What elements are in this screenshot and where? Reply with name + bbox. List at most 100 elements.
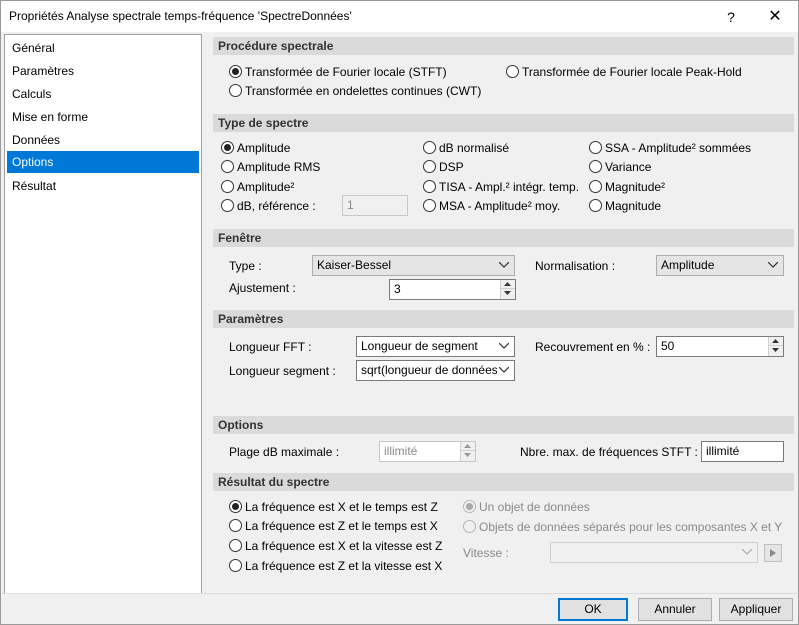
- radio-cwt[interactable]: Transformée en ondelettes continues (CWT…: [229, 83, 481, 99]
- radio-circle: [229, 559, 242, 572]
- fft-length-label: Longueur FFT :: [229, 340, 312, 354]
- max-frequencies-label: Nbre. max. de fréquences STFT :: [520, 445, 698, 459]
- radio-circle: [229, 519, 242, 532]
- sidebar-item-calculations[interactable]: Calculs: [7, 83, 199, 105]
- footer-divider: [1, 593, 798, 594]
- radio-magnitude[interactable]: Magnitude: [589, 198, 661, 214]
- speed-select[interactable]: [550, 542, 758, 563]
- db-reference-input[interactable]: 1: [342, 195, 408, 216]
- apply-button[interactable]: Appliquer: [719, 598, 793, 621]
- section-options: Options: [213, 416, 794, 434]
- sidebar-item-result[interactable]: Résultat: [7, 175, 199, 197]
- radio-label: MSA - Amplitude² moy.: [439, 199, 561, 213]
- radio-label: Objets de données séparés pour les compo…: [479, 520, 783, 534]
- radio-db-reference[interactable]: dB, référence :: [221, 198, 316, 214]
- radio-label: Amplitude: [237, 141, 291, 155]
- radio-label: La fréquence est Z et la vitesse est X: [245, 559, 443, 573]
- spin-value: illimité: [384, 444, 418, 458]
- radio-label: Magnitude: [605, 199, 662, 213]
- close-button[interactable]: ✕: [763, 7, 787, 27]
- sidebar-item-data[interactable]: Données: [7, 129, 199, 151]
- properties-dialog: Propriétés Analyse spectrale temps-fréqu…: [0, 0, 799, 625]
- segment-length-label: Longueur segment :: [229, 364, 336, 378]
- normalisation-label: Normalisation :: [535, 259, 616, 273]
- radio-label: TISA - Ampl.² intégr. temp.: [439, 180, 580, 194]
- radio-ssa[interactable]: SSA - Amplitude² sommées: [589, 140, 751, 156]
- section-title: Options: [218, 418, 264, 432]
- speed-label: Vitesse :: [463, 546, 509, 560]
- section-title: Type de spectre: [218, 116, 309, 130]
- radio-circle: [221, 160, 234, 173]
- radio-amplitude[interactable]: Amplitude: [221, 140, 290, 156]
- help-button[interactable]: ?: [719, 7, 743, 27]
- ok-button[interactable]: OK: [558, 598, 628, 621]
- radio-circle: [423, 141, 436, 154]
- radio-circle: [463, 500, 476, 513]
- normalisation-select[interactable]: Amplitude: [656, 255, 784, 276]
- radio-amplitude-rms[interactable]: Amplitude RMS: [221, 159, 320, 175]
- radio-result-freq-x-time-z[interactable]: La fréquence est X et le temps est Z: [229, 499, 438, 515]
- sidebar-item-parameters[interactable]: Paramètres: [7, 60, 199, 82]
- radio-stft[interactable]: Transformée de Fourier locale (STFT): [229, 64, 447, 80]
- radio-circle: [589, 141, 602, 154]
- section-title: Paramètres: [218, 312, 284, 326]
- spin-up-icon[interactable]: [501, 280, 515, 289]
- radio-single-data-object[interactable]: Un objet de données: [463, 499, 590, 515]
- overlap-label: Recouvrement en % :: [535, 340, 651, 354]
- radio-label: dB normalisé: [439, 141, 510, 155]
- radio-label: La fréquence est X et la vitesse est Z: [245, 539, 443, 553]
- radio-variance[interactable]: Variance: [589, 159, 651, 175]
- spin-up-icon[interactable]: [769, 337, 783, 346]
- cancel-button[interactable]: Annuler: [638, 598, 712, 621]
- radio-label: SSA - Amplitude² sommées: [605, 141, 752, 155]
- radio-psd[interactable]: DSP: [423, 159, 464, 175]
- spin-down-icon[interactable]: [769, 346, 783, 355]
- spin-down-icon[interactable]: [501, 289, 515, 298]
- radio-peak-hold[interactable]: Transformée de Fourier locale Peak-Hold: [506, 64, 742, 80]
- select-value: Longueur de segment: [361, 339, 478, 353]
- window-type-select[interactable]: Kaiser-Bessel: [312, 255, 515, 276]
- select-value: Kaiser-Bessel: [317, 258, 392, 272]
- section-title: Résultat du spectre: [218, 475, 330, 489]
- overlap-spinbox[interactable]: 50: [656, 336, 784, 357]
- radio-circle: [463, 520, 476, 533]
- radio-label: Amplitude²: [237, 180, 295, 194]
- section-title: Procédure spectrale: [218, 39, 334, 53]
- radio-circle: [221, 199, 234, 212]
- radio-result-freq-x-speed-z[interactable]: La fréquence est X et la vitesse est Z: [229, 538, 442, 554]
- radio-circle: [229, 84, 242, 97]
- radio-tisa[interactable]: TISA - Ampl.² intégr. temp.: [423, 179, 579, 195]
- radio-circle: [229, 65, 242, 78]
- radio-circle: [229, 539, 242, 552]
- radio-result-freq-z-speed-x[interactable]: La fréquence est Z et la vitesse est X: [229, 558, 442, 574]
- fft-length-select[interactable]: Longueur de segment: [356, 336, 515, 357]
- db-range-spinbox[interactable]: illimité: [379, 441, 476, 462]
- spin-up-icon[interactable]: [461, 442, 475, 451]
- sidebar-item-options[interactable]: Options: [7, 151, 199, 173]
- sidebar-item-formatting[interactable]: Mise en forme: [7, 106, 199, 128]
- adjust-spinbox[interactable]: 3: [389, 279, 516, 300]
- radio-result-freq-z-time-x[interactable]: La fréquence est Z et le temps est X: [229, 518, 438, 534]
- section-spectrum-type: Type de spectre: [213, 114, 794, 132]
- radio-msa[interactable]: MSA - Amplitude² moy.: [423, 198, 560, 214]
- segment-length-select[interactable]: sqrt(longueur de données) *: [356, 360, 515, 381]
- title-bar: Propriétés Analyse spectrale temps-fréqu…: [1, 1, 798, 32]
- radio-label: dB, référence :: [237, 199, 316, 213]
- section-spectrum-result: Résultat du spectre: [213, 473, 794, 491]
- radio-label: Amplitude RMS: [237, 160, 321, 174]
- max-frequencies-input[interactable]: illimité: [701, 441, 784, 462]
- radio-label: La fréquence est X et le temps est Z: [245, 500, 438, 514]
- radio-circle: [221, 141, 234, 154]
- radio-circle: [589, 160, 602, 173]
- spin-arrows: [460, 442, 475, 461]
- radio-amplitude-squared[interactable]: Amplitude²: [221, 179, 294, 195]
- radio-db-normalized[interactable]: dB normalisé: [423, 140, 509, 156]
- spin-value: 3: [394, 282, 401, 296]
- radio-magnitude-squared[interactable]: Magnitude²: [589, 179, 665, 195]
- window-title: Propriétés Analyse spectrale temps-fréqu…: [9, 9, 352, 23]
- speed-arrow-button[interactable]: [764, 544, 782, 562]
- sidebar-item-general[interactable]: Général: [7, 37, 199, 59]
- spin-down-icon[interactable]: [461, 451, 475, 460]
- radio-separate-data-objects[interactable]: Objets de données séparés pour les compo…: [463, 519, 782, 535]
- chevron-down-icon: [497, 338, 511, 355]
